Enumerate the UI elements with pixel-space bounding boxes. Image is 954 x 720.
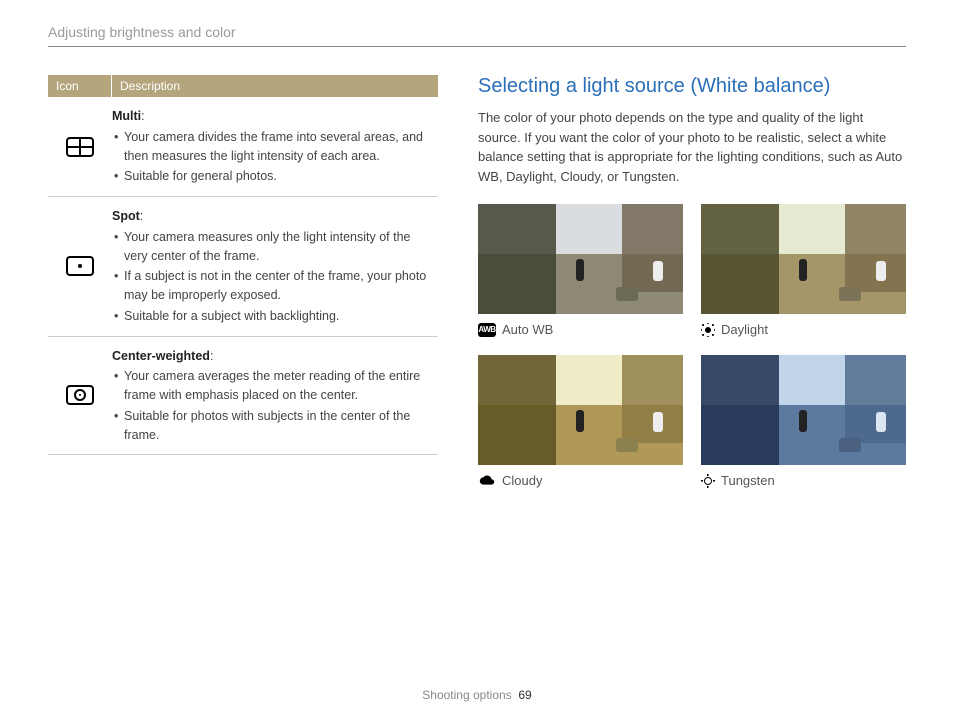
table-header-icon: Icon	[48, 75, 112, 97]
mode-bullet: Your camera divides the frame into sever…	[112, 128, 432, 166]
metering-table: Icon Description Multi: Your camera divi…	[48, 75, 438, 488]
footer-section: Shooting options	[422, 688, 511, 702]
wb-sample-daylight: Daylight	[701, 204, 906, 337]
auto-wb-icon: AWB	[478, 323, 496, 337]
wb-sample-auto: AWB Auto WB	[478, 204, 683, 337]
page-number: 69	[518, 688, 531, 702]
sample-image	[701, 355, 906, 465]
mode-bullet: Suitable for general photos.	[112, 167, 432, 186]
wb-label: Tungsten	[721, 473, 775, 488]
daylight-icon	[701, 323, 715, 337]
wb-sample-cloudy: Cloudy	[478, 355, 683, 488]
sample-image	[478, 204, 683, 314]
breadcrumb: Adjusting brightness and color	[48, 24, 906, 47]
cloudy-icon	[478, 474, 496, 488]
spot-metering-icon	[66, 256, 94, 276]
section-intro: The color of your photo depends on the t…	[478, 108, 906, 186]
sample-image	[701, 204, 906, 314]
center-weighted-metering-icon	[66, 385, 94, 405]
wb-label: Daylight	[721, 322, 768, 337]
table-row: Multi: Your camera divides the frame int…	[48, 97, 438, 197]
page-footer: Shooting options 69	[0, 688, 954, 702]
mode-bullet: If a subject is not in the center of the…	[112, 267, 432, 305]
mode-bullet: Suitable for photos with subjects in the…	[112, 407, 432, 445]
table-header-description: Description	[112, 75, 438, 97]
mode-name: Spot	[112, 209, 140, 223]
table-row: Center-weighted: Your camera averages th…	[48, 337, 438, 456]
mode-bullet: Your camera averages the meter reading o…	[112, 367, 432, 405]
section-heading: Selecting a light source (White balance)	[478, 75, 906, 98]
tungsten-icon	[701, 474, 715, 488]
mode-bullet: Suitable for a subject with backlighting…	[112, 307, 432, 326]
multi-metering-icon	[66, 137, 94, 157]
wb-sample-tungsten: Tungsten	[701, 355, 906, 488]
wb-label: Auto WB	[502, 322, 553, 337]
mode-name: Center-weighted	[112, 349, 210, 363]
wb-label: Cloudy	[502, 473, 542, 488]
mode-name: Multi	[112, 109, 141, 123]
sample-image	[478, 355, 683, 465]
mode-bullet: Your camera measures only the light inte…	[112, 228, 432, 266]
table-row: Spot: Your camera measures only the ligh…	[48, 197, 438, 337]
